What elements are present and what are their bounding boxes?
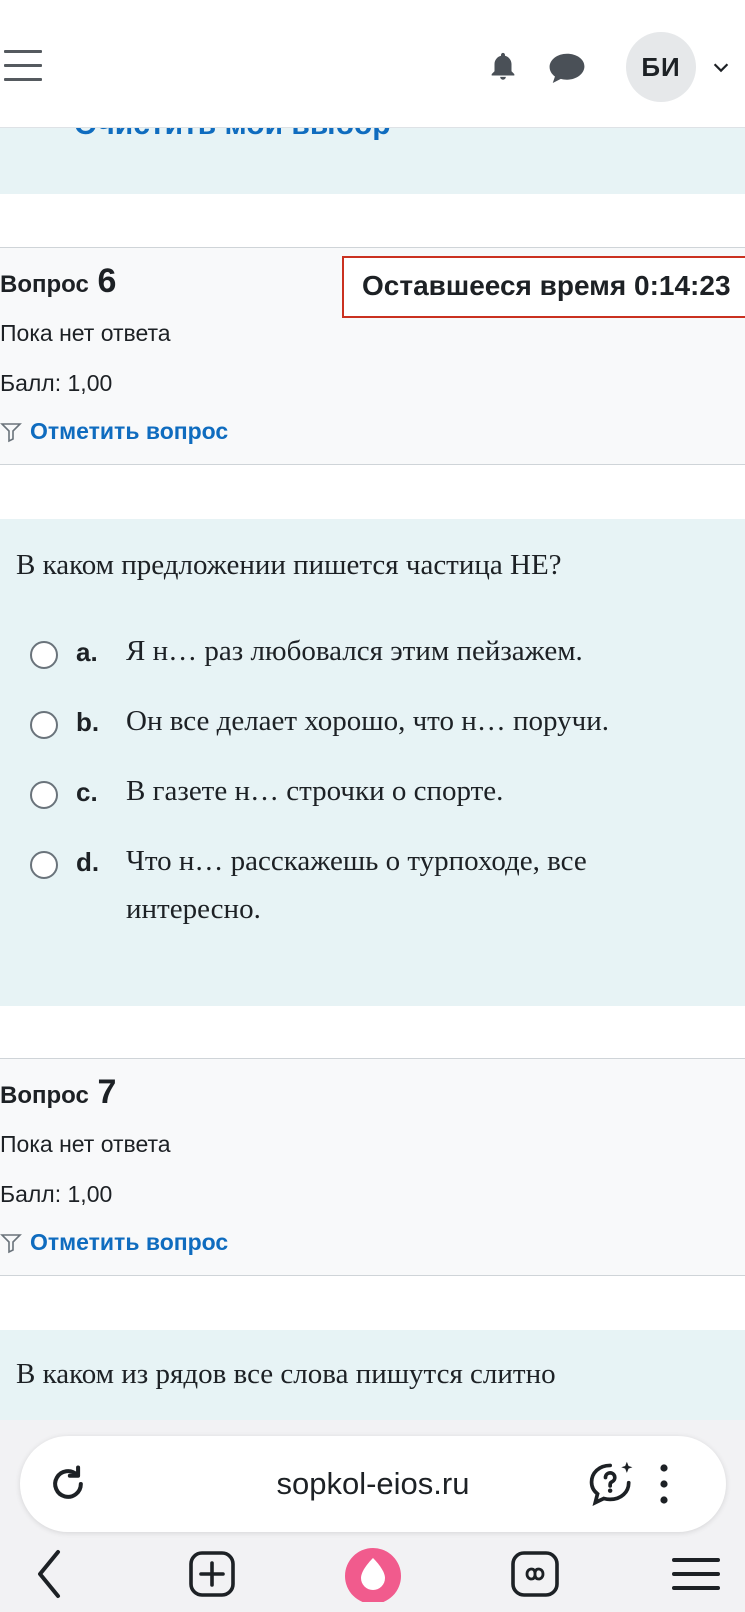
bell-icon[interactable] [486,50,520,84]
hamburger-menu-icon[interactable] [4,50,42,84]
question-state: Пока нет ответа [0,320,171,346]
flag-icon [0,1233,22,1253]
question-label: Вопрос [0,1082,89,1109]
answer-letter: b. [76,707,100,737]
answer-text: Что н… расскажешь о турпоходе, все интер… [126,845,587,925]
ai-question-icon[interactable] [586,1458,638,1510]
answer-option-d[interactable]: d. Что н… расскажешь о турпоходе, все ин… [30,843,646,933]
question-content: В каком предложении пишется частица НЕ? … [0,519,745,1006]
plus-square-icon[interactable] [182,1546,242,1602]
top-navbar: БИ [0,0,745,128]
question-text: В каком из рядов все слова пишутся слитн… [16,1358,556,1390]
chat-bubble-icon[interactable] [548,52,586,84]
question-content: В каком из рядов все слова пишутся слитн… [0,1330,745,1420]
answer-letter: a. [76,637,98,667]
flag-question-label: Отметить вопрос [30,418,229,444]
question-number: Вопрос 7 [0,1073,116,1112]
radio-button[interactable] [30,781,58,809]
question-text: В каком предложении пишется частица НЕ? [16,549,562,581]
user-avatar[interactable]: БИ [626,32,696,102]
chevron-down-icon[interactable] [710,56,732,78]
back-arrow-icon[interactable] [22,1546,82,1602]
answer-option-b[interactable]: b. Он все делает хорошо, что н… поручи. [30,703,666,745]
radio-button[interactable] [30,641,58,669]
flag-question-label: Отметить вопрос [30,1229,229,1255]
answer-letter: d. [76,847,100,877]
radio-button[interactable] [30,711,58,739]
answer-text: Он все делает хорошо, что н… поручи. [126,705,609,737]
more-vertical-icon[interactable] [654,1462,674,1506]
answer-text: В газете н… строчки о спорте. [126,775,504,807]
answer-text: Я н… раз любовался этим пейзажем. [126,635,583,667]
question-info-panel: Вопрос 7 Пока нет ответа Балл: 1,00 Отме… [0,1058,745,1276]
question-number-value: 6 [97,262,117,300]
question-number-value: 7 [97,1073,117,1111]
question-number: Вопрос 6 [0,262,116,301]
answer-option-a[interactable]: a. Я н… раз любовался этим пейзажем. [30,633,666,675]
address-bar[interactable]: sopkol-eios.ru [20,1436,726,1532]
radio-button[interactable] [30,851,58,879]
answer-letter: c. [76,777,98,807]
flag-question-link[interactable]: Отметить вопрос [0,418,228,445]
flag-question-link[interactable]: Отметить вопрос [0,1229,228,1256]
previous-question-strip: Очистить мой выбор [0,128,745,194]
answer-option-c[interactable]: c. В газете н… строчки о спорте. [30,773,666,815]
clear-choice-link[interactable]: Очистить мой выбор [74,128,391,142]
time-remaining-box: Оставшееся время 0:14:23 [342,256,745,318]
question-label: Вопрос [0,271,89,298]
question-grade: Балл: 1,00 [0,1181,113,1207]
question-grade: Балл: 1,00 [0,370,113,396]
infinity-tabs-icon[interactable] [505,1546,565,1602]
flag-icon [0,422,22,442]
browser-bottom-bar: sopkol-eios.ru [0,1420,745,1612]
alice-assistant-icon[interactable] [343,1546,403,1602]
browser-nav-row [0,1538,745,1612]
question-state: Пока нет ответа [0,1131,171,1157]
hamburger-menu-icon[interactable] [666,1546,726,1602]
